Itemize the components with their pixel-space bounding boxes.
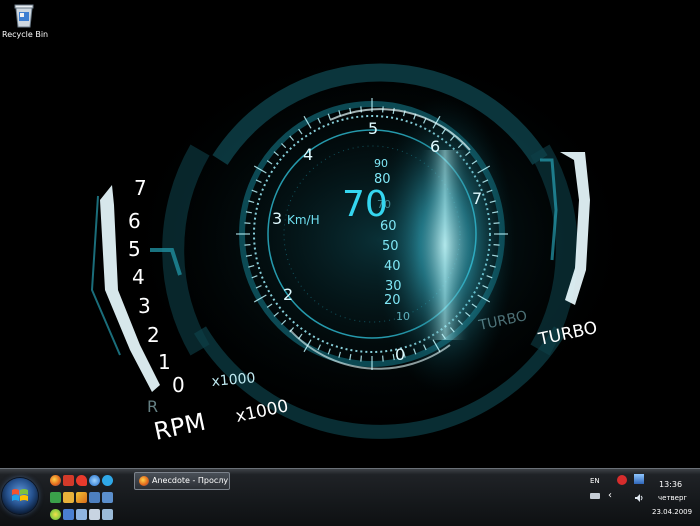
rpm-scale-7: 7 xyxy=(134,176,147,200)
rpm-scale-6: 6 xyxy=(128,209,141,233)
icq-icon[interactable] xyxy=(50,509,61,520)
keyboard-icon[interactable] xyxy=(590,493,600,499)
taskbar-button-label: Anecdote - Прослу... xyxy=(152,476,230,485)
speed-scale-10: 10 xyxy=(396,310,410,323)
dial-tick xyxy=(360,355,362,362)
dial-tick xyxy=(493,222,500,224)
speed-scale-20: 20 xyxy=(384,293,401,308)
desktop: 90 80 70 60 50 40 30 20 10 70 Km/H 5 6 4… xyxy=(0,0,700,468)
dial-tick xyxy=(244,222,251,224)
error-icon[interactable] xyxy=(617,475,627,485)
calendar-icon[interactable] xyxy=(50,492,61,503)
gear-marker: R xyxy=(147,397,158,416)
start-button[interactable] xyxy=(2,478,38,514)
firefox-icon[interactable] xyxy=(50,475,61,486)
clock-date[interactable]: 23.04.2009 xyxy=(652,508,692,516)
paint-icon[interactable] xyxy=(63,509,74,520)
opera-icon[interactable] xyxy=(76,475,87,486)
media-player-icon[interactable] xyxy=(63,475,74,486)
speedometer-wallpaper: 90 80 70 60 50 40 30 20 10 70 Km/H 5 6 4… xyxy=(90,40,640,446)
folder-icon[interactable] xyxy=(63,492,74,503)
speed-scale-30: 30 xyxy=(385,279,402,294)
dial-number-7: 7 xyxy=(472,189,482,208)
rpm-label: RPM xyxy=(151,408,208,446)
speed-value: 70 xyxy=(342,184,388,225)
network-icon[interactable] xyxy=(102,492,113,503)
dial-tick xyxy=(244,244,251,246)
rpm-scale-1: 1 xyxy=(158,350,171,374)
system-tray: EN ‹ 13:36 четверг 23.04.2009 xyxy=(585,469,700,526)
skype-icon[interactable] xyxy=(102,475,113,486)
recycle-bin-icon xyxy=(13,2,35,28)
notepad-icon[interactable] xyxy=(76,509,87,520)
speed-scale-90: 90 xyxy=(374,157,388,170)
rpm-scale-2: 2 xyxy=(147,323,160,347)
dial-number-2: 2 xyxy=(283,285,293,304)
dial-tick xyxy=(493,244,500,246)
windows-logo-icon xyxy=(12,489,28,501)
rpm-scale-0: 0 xyxy=(172,373,185,397)
dial-tick xyxy=(382,355,384,362)
language-indicator[interactable]: EN xyxy=(590,477,600,485)
document-icon[interactable] xyxy=(102,509,113,520)
speed-scale-50: 50 xyxy=(382,239,399,254)
monitor-icon[interactable] xyxy=(89,492,100,503)
clock-time[interactable]: 13:36 xyxy=(659,480,682,489)
firefox-icon xyxy=(139,475,149,486)
taskbar-button-anecdote[interactable]: Anecdote - Прослу... xyxy=(134,472,230,490)
speed-scale-40: 40 xyxy=(384,259,401,274)
dial-number-0: 0 xyxy=(395,345,405,364)
recycle-bin-label: Recycle Bin xyxy=(2,30,49,39)
dial-number-4: 4 xyxy=(303,145,313,164)
show-hidden-icons-arrow[interactable]: ‹ xyxy=(608,490,612,501)
volume-icon[interactable] xyxy=(634,488,644,502)
dial-number-6: 6 xyxy=(430,137,440,156)
desktop-icon-recycle-bin[interactable]: Recycle Bin xyxy=(2,2,49,39)
rpm-scale-3: 3 xyxy=(138,294,151,318)
dial-number-5: 5 xyxy=(368,119,378,138)
internet-explorer-icon[interactable] xyxy=(89,475,100,486)
rpm-scale-4: 4 xyxy=(132,265,145,289)
taskbar: Anecdote - Прослу... EN ‹ 13:36 четверг … xyxy=(0,468,700,526)
rpm-scale-5: 5 xyxy=(128,237,141,261)
network-status-icon[interactable] xyxy=(634,474,644,484)
window-icon[interactable] xyxy=(89,509,100,520)
dial-number-3: 3 xyxy=(272,209,282,228)
flash-icon[interactable] xyxy=(76,492,87,503)
speed-unit: Km/H xyxy=(287,213,320,227)
clock-weekday[interactable]: четверг xyxy=(658,494,687,502)
